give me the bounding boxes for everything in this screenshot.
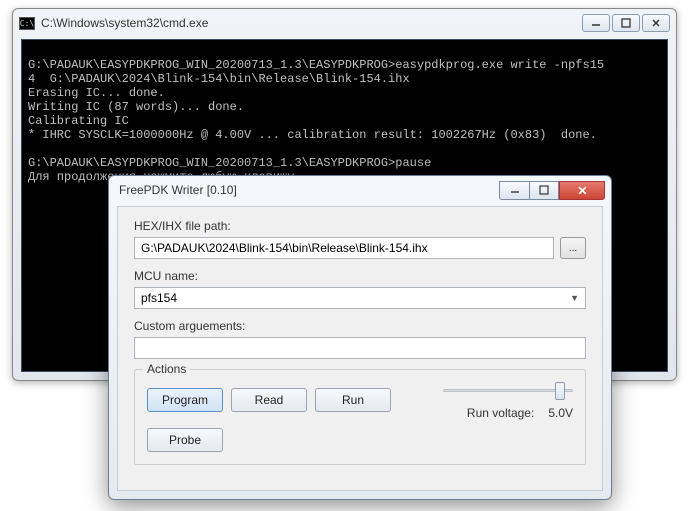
cmd-icon: C:\ [19, 17, 35, 30]
maximize-button[interactable] [612, 14, 640, 32]
voltage-value: 5.0V [548, 406, 573, 420]
custom-args-row [134, 337, 586, 359]
freepdk-dialog: FreePDK Writer [0.10] HEX/IHX file path:… [108, 175, 612, 500]
cmd-window-buttons [582, 14, 670, 32]
custom-args-label: Custom arguements: [134, 319, 586, 333]
minimize-button[interactable] [582, 14, 610, 32]
read-button[interactable]: Read [231, 388, 307, 412]
actions-row-1: Program Read Run Run voltage: 5.0V [147, 380, 573, 420]
cmd-title: C:\Windows\system32\cmd.exe [41, 16, 582, 30]
minimize-button[interactable] [499, 181, 529, 200]
browse-button[interactable]: ... [560, 237, 586, 259]
slider-track [443, 389, 573, 392]
probe-button[interactable]: Probe [147, 428, 223, 452]
custom-args-input[interactable] [134, 337, 586, 359]
voltage-label: Run voltage: [467, 406, 534, 420]
actions-legend: Actions [143, 362, 190, 376]
mcu-combobox[interactable]: pfs154 ▼ [134, 287, 586, 309]
dialog-title: FreePDK Writer [0.10] [119, 183, 499, 197]
program-button[interactable]: Program [147, 388, 223, 412]
filepath-label: HEX/IHX file path: [134, 219, 586, 233]
filepath-row: ... [134, 237, 586, 259]
close-button[interactable] [642, 14, 670, 32]
slider-thumb[interactable] [555, 382, 565, 400]
dialog-window-buttons [499, 181, 605, 200]
cmd-titlebar: C:\ C:\Windows\system32\cmd.exe [13, 9, 676, 37]
voltage-control: Run voltage: 5.0V [443, 380, 573, 420]
mcu-label: MCU name: [134, 269, 586, 283]
filepath-input[interactable] [134, 237, 554, 259]
actions-row-2: Probe [147, 428, 573, 452]
chevron-down-icon: ▼ [570, 293, 579, 303]
voltage-readout: Run voltage: 5.0V [467, 406, 573, 420]
close-button[interactable] [559, 181, 605, 200]
run-button[interactable]: Run [315, 388, 391, 412]
dialog-titlebar: FreePDK Writer [0.10] [109, 176, 611, 204]
actions-group: Actions Program Read Run Run voltage: 5.… [134, 369, 586, 465]
voltage-slider[interactable] [443, 380, 573, 400]
dialog-body: HEX/IHX file path: ... MCU name: pfs154 … [117, 206, 603, 491]
mcu-value: pfs154 [141, 291, 177, 305]
maximize-button[interactable] [529, 181, 559, 200]
